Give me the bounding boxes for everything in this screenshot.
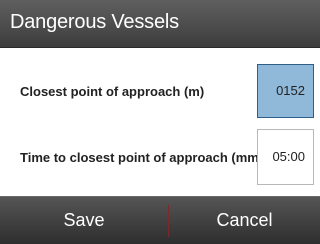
cpa-value-field[interactable]: 0152 [257,64,314,118]
button-bar: Save Cancel [0,196,320,244]
tcpa-value-field[interactable]: 05:00 [257,129,314,185]
save-button[interactable]: Save [0,197,168,244]
cancel-button[interactable]: Cancel [169,197,320,244]
cpa-label: Closest point of approach (m) [20,84,205,99]
title-bar: Dangerous Vessels [0,0,320,48]
dialog-title: Dangerous Vessels [10,11,179,33]
tcpa-label: Time to closest point of approach (mm:ss… [20,150,282,165]
dangerous-vessels-dialog: Dangerous Vessels Closest point of appro… [0,0,320,244]
